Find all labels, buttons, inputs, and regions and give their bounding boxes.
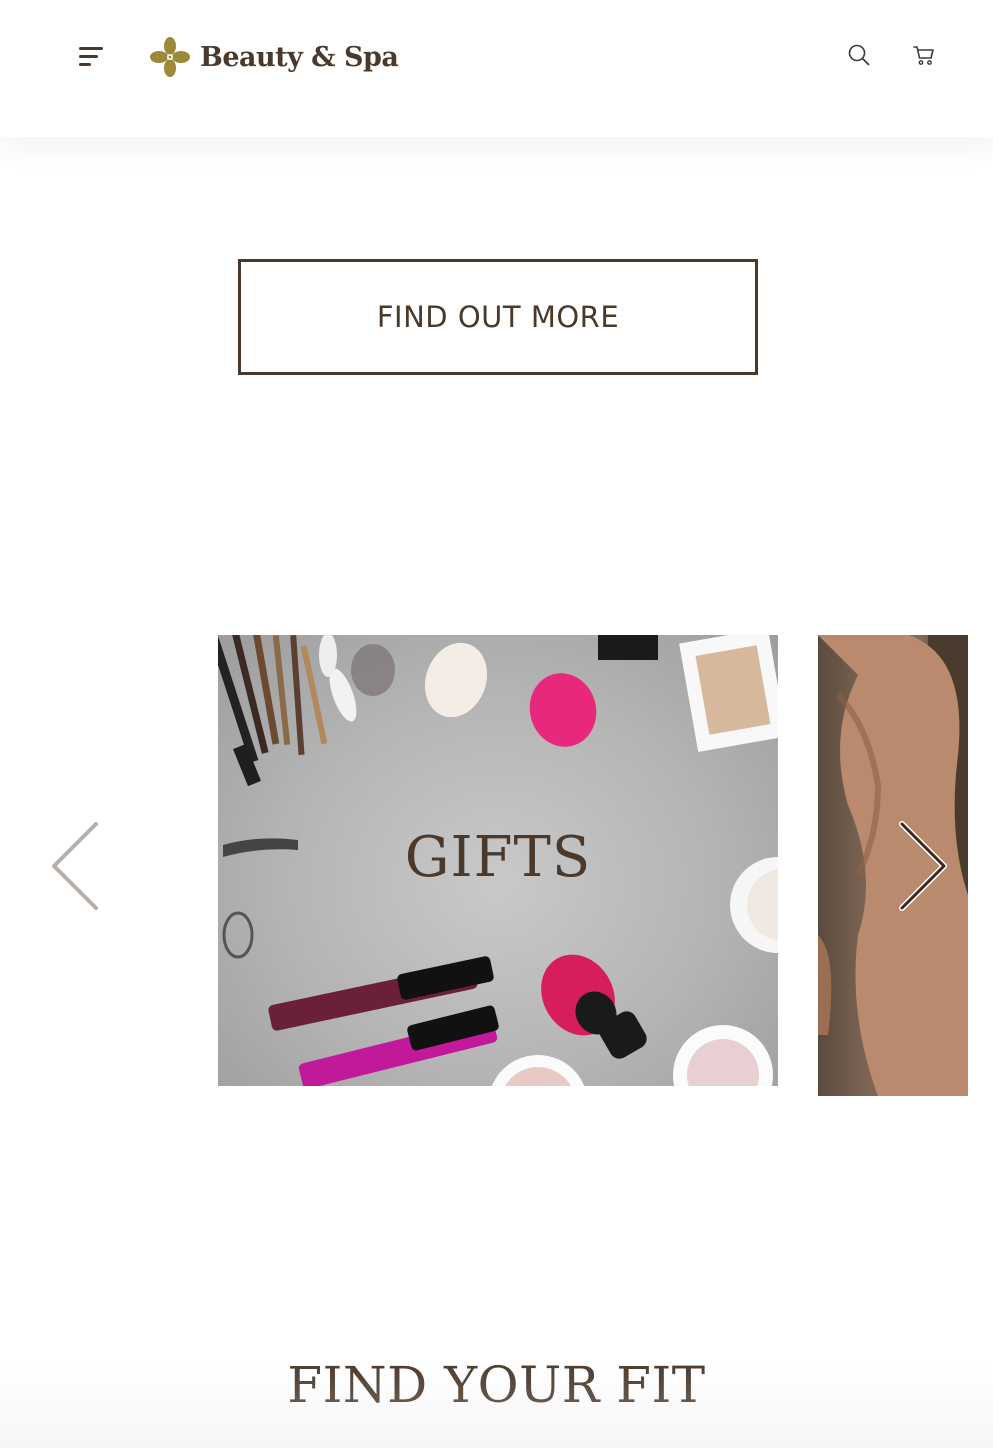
find-out-more-button[interactable]: FIND OUT MORE	[238, 259, 758, 375]
chevron-left-icon[interactable]	[46, 818, 106, 914]
section-title: FIND YOUR FIT	[287, 1356, 706, 1414]
find-out-more-label: FIND OUT MORE	[376, 300, 620, 334]
slide-title: GIFTS	[404, 825, 592, 890]
chevron-right-icon[interactable]	[892, 818, 952, 914]
flower-logo-icon	[150, 37, 190, 77]
menu-icon[interactable]	[76, 44, 106, 70]
brand-name: Beauty & Spa	[200, 41, 399, 73]
site-header: Beauty & Spa	[0, 0, 993, 137]
search-icon[interactable]	[846, 42, 872, 68]
carousel-slide-gifts[interactable]: GIFTS	[218, 635, 778, 1086]
cart-icon[interactable]	[911, 42, 937, 68]
brand-logo[interactable]: Beauty & Spa	[148, 35, 399, 79]
